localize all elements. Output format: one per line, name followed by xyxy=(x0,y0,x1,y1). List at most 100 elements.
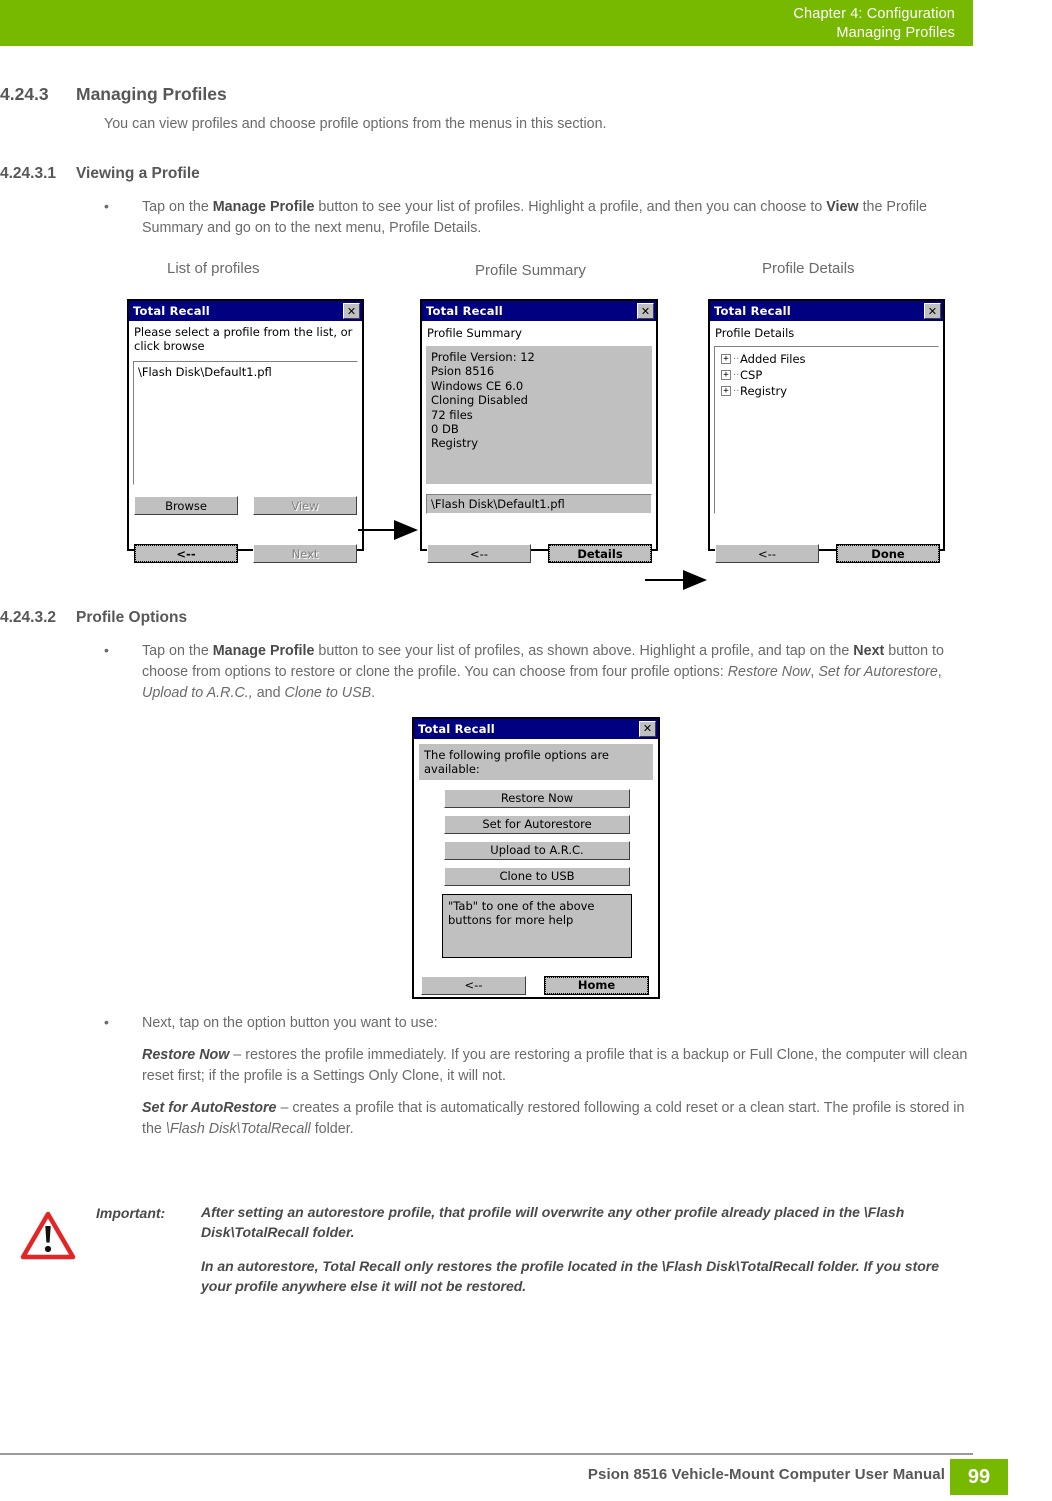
summary-line: 72 files xyxy=(431,407,473,422)
footer-divider xyxy=(0,1453,973,1455)
back-button[interactable]: <-- xyxy=(427,544,531,564)
options-intro-line2: available: xyxy=(424,761,480,776)
figure-label-summary: Profile Summary xyxy=(475,262,586,280)
dialog-title: Total Recall xyxy=(133,304,210,319)
close-icon[interactable]: ✕ xyxy=(637,303,654,320)
important-callout: Important: After setting an autorestore … xyxy=(0,1203,1052,1297)
heading-text: Profile Options xyxy=(76,609,188,627)
heading-number: 4.24.3.1 xyxy=(0,164,57,182)
bullet-body: Next, tap on the option button you want … xyxy=(142,1014,438,1031)
tree-item[interactable]: + ·· Registry xyxy=(721,383,932,399)
list-prompt-line1: Please select a profile from the list, o… xyxy=(134,325,353,340)
summary-line: 0 DB xyxy=(431,421,459,436)
tree-item-label: CSP xyxy=(740,368,763,383)
tree-connector-icon: ·· xyxy=(733,385,740,397)
back-button[interactable]: <-- xyxy=(134,544,238,564)
back-button-label: <-- xyxy=(135,545,237,563)
footer-manual-title: Psion 8516 Vehicle-Mount Computer User M… xyxy=(587,1466,945,1483)
view-button[interactable]: View xyxy=(253,496,357,516)
dialog-body: The following profile options are availa… xyxy=(414,738,658,997)
dialog-total-recall-list: Total Recall ✕ Please select a profile f… xyxy=(127,299,364,564)
upload-to-arc-button[interactable]: Upload to A.R.C. xyxy=(444,840,630,860)
back-button[interactable]: <-- xyxy=(421,975,526,995)
tree-item-label: Registry xyxy=(740,384,788,399)
details-button-label: Details xyxy=(549,545,651,563)
header-section-line: Managing Profiles xyxy=(836,24,955,41)
clone-to-usb-button[interactable]: Clone to USB xyxy=(444,866,630,886)
heading-text: Viewing a Profile xyxy=(76,164,200,182)
list-item[interactable]: \Flash Disk\Default1.pfl xyxy=(138,365,353,379)
figure-label-list: List of profiles xyxy=(167,260,260,278)
figure-profile-options: Total Recall ✕ The following profile opt… xyxy=(0,716,1052,1007)
set-for-autorestore-button[interactable]: Set for Autorestore xyxy=(444,814,630,834)
dialog-total-recall-summary: Total Recall ✕ Profile Summary Profile V… xyxy=(420,299,658,564)
back-button[interactable]: <-- xyxy=(715,544,819,564)
options-help-box: "Tab" to one of the above buttons for mo… xyxy=(442,893,632,958)
tree-connector-icon: ·· xyxy=(733,353,740,365)
summary-line: Cloning Disabled xyxy=(431,393,528,408)
details-treeview[interactable]: + ·· Added Files + ·· CSP + ·· Registry xyxy=(714,346,939,515)
tree-connector-icon: ·· xyxy=(733,369,740,381)
heading-number: 4.24.3 xyxy=(0,84,49,104)
dialog-title: Total Recall xyxy=(418,721,495,736)
viewing-profile-bullet: • Tap on the Manage Profile button to se… xyxy=(104,197,984,239)
callout-label: Important: xyxy=(96,1205,166,1221)
tree-item[interactable]: + ·· CSP xyxy=(721,367,932,383)
dialog-title-bar: Total Recall ✕ xyxy=(710,301,943,322)
done-button[interactable]: Done xyxy=(836,544,940,564)
options-intro-line1: The following profile options are xyxy=(424,747,609,762)
home-button[interactable]: Home xyxy=(544,975,649,995)
page-content: 4.24.3 Managing Profiles You can view pr… xyxy=(0,46,1052,1140)
heading-profile-options: 4.24.3.2 Profile Options xyxy=(0,609,1052,627)
bullet-body: Tap on the Manage Profile button to see … xyxy=(142,198,927,236)
page-footer: Psion 8516 Vehicle-Mount Computer User M… xyxy=(0,1453,1052,1501)
bullet-marker: • xyxy=(104,642,109,659)
dialog-body: Profile Details + ·· Added Files + ·· CS… xyxy=(710,321,943,564)
heading-number: 4.24.3.2 xyxy=(0,609,57,627)
profile-listbox[interactable]: \Flash Disk\Default1.pfl xyxy=(133,361,358,486)
heading-managing-profiles: 4.24.3 Managing Profiles xyxy=(0,84,1052,105)
summary-line: Profile Version: 12 xyxy=(431,350,535,365)
flow-arrow-1 xyxy=(358,520,418,541)
dialog-total-recall-details: Total Recall ✕ Profile Details + ·· Adde… xyxy=(708,299,945,564)
details-button[interactable]: Details xyxy=(548,544,652,564)
callout-paragraph-1: After setting an autorestore profile, th… xyxy=(201,1204,905,1240)
dialog-body: Please select a profile from the list, o… xyxy=(129,321,362,564)
details-heading: Profile Details xyxy=(715,326,795,341)
options-help-line1: "Tab" to one of the above xyxy=(448,898,595,913)
managing-profiles-intro: You can view profiles and choose profile… xyxy=(104,116,607,132)
bullet-marker: • xyxy=(104,1013,109,1030)
next-button[interactable]: Next xyxy=(253,544,357,564)
plus-icon[interactable]: + xyxy=(721,354,731,365)
close-icon[interactable]: ✕ xyxy=(639,720,656,737)
profile-options-bullet: • Tap on the Manage Profile button to se… xyxy=(104,641,984,704)
heading-viewing-a-profile: 4.24.3.1 Viewing a Profile xyxy=(0,165,1052,183)
done-button-label: Done xyxy=(837,545,939,563)
profile-path-field[interactable]: \Flash Disk\Default1.pfl xyxy=(426,494,652,515)
dialog-title-bar: Total Recall ✕ xyxy=(422,301,656,322)
bullet-marker: • xyxy=(104,197,109,214)
summary-heading: Profile Summary xyxy=(427,326,522,341)
options-help-line2: buttons for more help xyxy=(448,912,574,927)
list-prompt-line2: click browse xyxy=(134,339,205,354)
restore-now-button[interactable]: Restore Now xyxy=(444,788,630,808)
summary-line: Windows CE 6.0 xyxy=(431,378,524,393)
close-icon[interactable]: ✕ xyxy=(924,303,941,320)
callout-text: After setting an autorestore profile, th… xyxy=(201,1203,961,1297)
heading-text: Managing Profiles xyxy=(76,84,227,104)
figure-viewing-profile: List of profiles Profile Summary Profile… xyxy=(0,255,1052,591)
plus-icon[interactable]: + xyxy=(721,386,731,397)
set-for-autorestore-definition: Set for AutoRestore – creates a profile … xyxy=(142,1099,965,1138)
dialog-title: Total Recall xyxy=(426,304,503,319)
warning-triangle-icon xyxy=(0,1203,96,1297)
dialog-title-bar: Total Recall ✕ xyxy=(129,301,362,322)
list-prompt: Please select a profile from the list, o… xyxy=(129,321,362,353)
plus-icon[interactable]: + xyxy=(721,370,731,381)
dialog-total-recall-options: Total Recall ✕ The following profile opt… xyxy=(412,716,660,999)
page-header: Chapter 4: Configuration Managing Profil… xyxy=(0,0,973,46)
options-intro-box: The following profile options are availa… xyxy=(419,743,653,780)
close-icon[interactable]: ✕ xyxy=(343,303,360,320)
tree-item[interactable]: + ·· Added Files xyxy=(721,351,932,367)
tree-item-label: Added Files xyxy=(740,352,806,367)
browse-button[interactable]: Browse xyxy=(134,496,238,516)
